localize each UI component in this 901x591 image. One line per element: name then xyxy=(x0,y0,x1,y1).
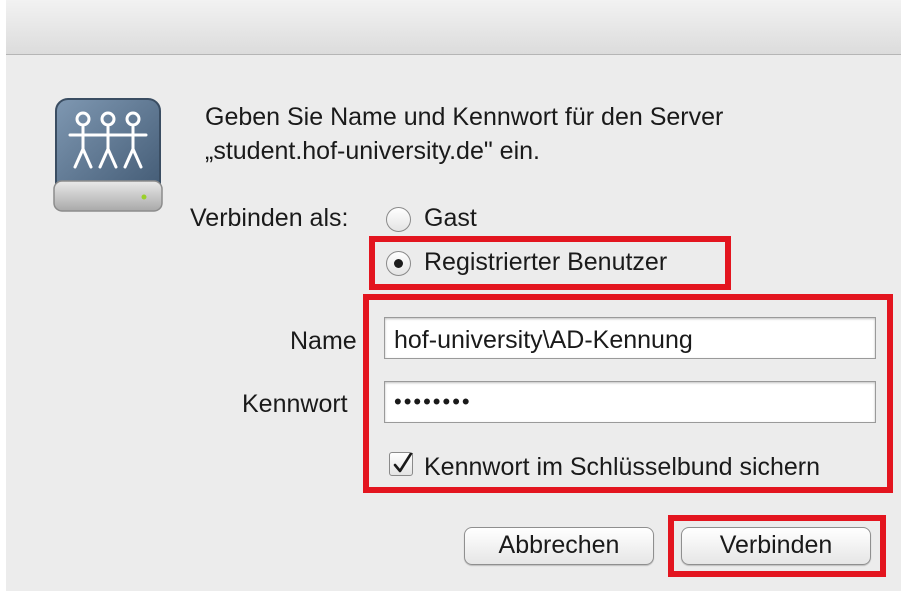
radio-guest-label[interactable]: Gast xyxy=(424,204,477,233)
radio-guest[interactable] xyxy=(386,207,411,232)
highlight-connect-button xyxy=(668,515,886,577)
connect-as-label: Verbinden als: xyxy=(190,204,349,232)
message-line-2: „student.hof-university.de" ein. xyxy=(205,137,540,165)
network-drive-icon xyxy=(52,97,164,215)
highlight-registered-user xyxy=(369,236,731,290)
window-titlebar[interactable] xyxy=(6,0,901,55)
highlight-credentials xyxy=(363,294,893,493)
message-line-1: Geben Sie Name und Kennwort für den Serv… xyxy=(205,103,724,131)
dialog-message: Geben Sie Name und Kennwort für den Serv… xyxy=(205,100,845,168)
name-label: Name xyxy=(290,327,357,355)
cancel-button[interactable]: Abbrechen xyxy=(464,527,654,565)
password-label: Kennwort xyxy=(242,390,348,418)
